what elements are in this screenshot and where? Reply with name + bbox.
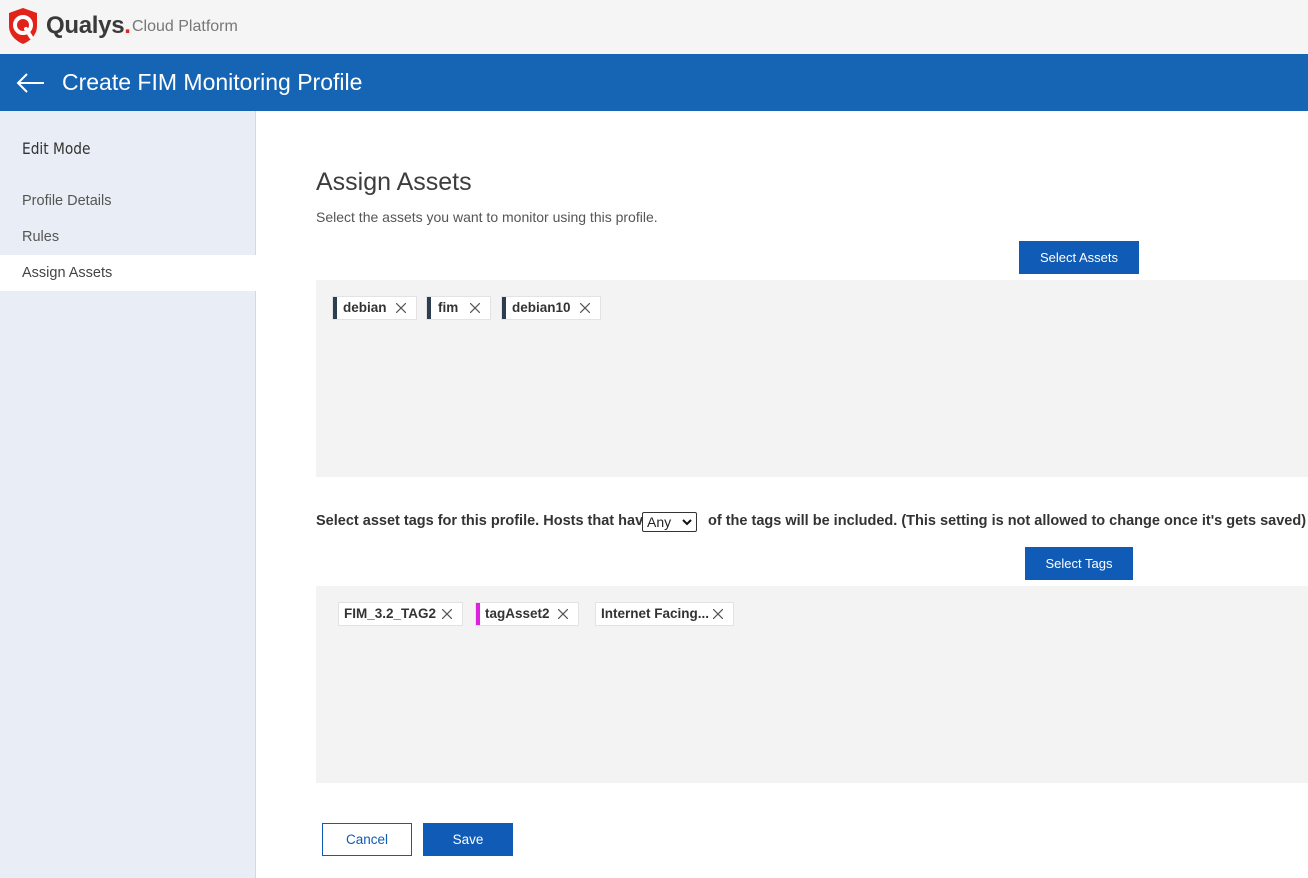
sidebar-heading: Edit Mode xyxy=(22,139,91,158)
remove-icon[interactable] xyxy=(578,297,592,319)
tag-color-bar xyxy=(476,603,480,625)
asset-chip-label: debian xyxy=(343,300,387,315)
tag-chip-label: FIM_3.2_TAG2 xyxy=(344,606,437,621)
chevron-down-icon xyxy=(682,519,692,526)
page-header: Create FIM Monitoring Profile xyxy=(0,54,1308,111)
tag-chip: tagAsset2 xyxy=(475,602,579,626)
tag-chip: FIM_3.2_TAG2 xyxy=(338,602,463,626)
select-tags-button[interactable]: Select Tags xyxy=(1025,547,1133,580)
tag-chip-label: tagAsset2 xyxy=(485,606,550,621)
tag-color-bar xyxy=(333,297,337,319)
brand-dot: . xyxy=(124,12,131,39)
arrow-left-icon[interactable] xyxy=(16,71,46,95)
tag-chip: Internet Facing... xyxy=(595,602,734,626)
remove-icon[interactable] xyxy=(440,603,454,625)
tags-instruction-text: Select asset tags for this profile. Host… xyxy=(316,513,652,529)
tag-color-bar xyxy=(502,297,506,319)
section-title: Assign Assets xyxy=(316,168,472,196)
sidebar-item-assign-assets[interactable]: Assign Assets xyxy=(0,255,256,291)
tag-match-select[interactable]: Any xyxy=(642,512,697,532)
sidebar-item-rules[interactable]: Rules xyxy=(0,219,256,255)
brand-bar: Qualys. Cloud Platform xyxy=(0,0,1308,54)
asset-chip: debian10 xyxy=(501,296,601,320)
brand-subtitle: Cloud Platform xyxy=(132,18,238,35)
tags-instruction-note: of the tags will be included. (This sett… xyxy=(708,513,1307,529)
asset-chip: debian xyxy=(332,296,417,320)
asset-chip: fim xyxy=(426,296,491,320)
asset-chip-label: fim xyxy=(438,300,459,315)
save-button[interactable]: Save xyxy=(423,823,513,856)
remove-icon[interactable] xyxy=(394,297,408,319)
cancel-button[interactable]: Cancel xyxy=(322,823,412,856)
selected-tags-area: FIM_3.2_TAG2 tagAsset2 Internet Facing..… xyxy=(316,586,1308,783)
selected-assets-area: debian fim debian10 xyxy=(316,280,1308,477)
sidebar-item-profile-details[interactable]: Profile Details xyxy=(0,183,256,219)
sidebar: Edit Mode Profile Details Rules Assign A… xyxy=(0,111,256,878)
asset-chip-label: debian10 xyxy=(512,300,571,315)
remove-icon[interactable] xyxy=(556,603,570,625)
remove-icon[interactable] xyxy=(468,297,482,319)
remove-icon[interactable] xyxy=(711,603,725,625)
page-title: Create FIM Monitoring Profile xyxy=(62,69,363,95)
brand-name: Qualys. xyxy=(46,12,131,39)
qualys-logo-icon xyxy=(9,8,37,44)
tag-match-value: Any xyxy=(647,514,672,530)
select-assets-button[interactable]: Select Assets xyxy=(1019,241,1139,274)
tag-chip-label: Internet Facing... xyxy=(601,606,710,621)
tag-color-bar xyxy=(427,297,431,319)
section-description: Select the assets you want to monitor us… xyxy=(316,209,658,225)
